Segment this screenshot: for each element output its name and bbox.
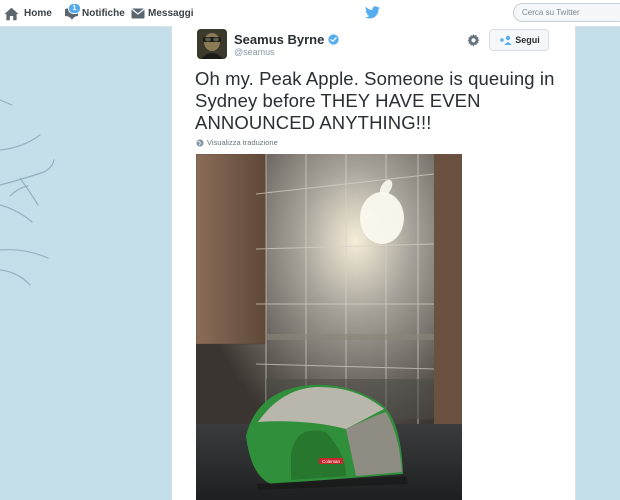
nav-notifications-label: Notifiche <box>82 8 125 19</box>
twitter-bird-icon[interactable] <box>365 6 380 19</box>
verified-badge-icon <box>328 34 339 45</box>
top-nav-bar: Home 1 Notifiche Messaggi <box>0 0 620 27</box>
gear-icon[interactable] <box>467 34 480 47</box>
follow-button-label: Segui <box>515 35 540 45</box>
tweet-photo[interactable]: Coleman <box>196 154 462 500</box>
avatar[interactable] <box>197 29 227 59</box>
author-name-text: Seamus Byrne <box>234 32 325 47</box>
nav-messages-label: Messaggi <box>148 8 194 19</box>
search-input[interactable] <box>513 3 620 22</box>
photo-apple-store-tent: Coleman <box>196 154 462 500</box>
tweet-card: Seamus Byrne @seamus Segui Oh my. Peak A… <box>171 26 576 500</box>
nav-notifications[interactable]: 1 Notifiche <box>64 0 125 27</box>
author-name[interactable]: Seamus Byrne <box>234 32 339 47</box>
view-translation-label: Visualizza traduzione <box>207 138 278 147</box>
notifications-badge: 1 <box>68 2 81 14</box>
nav-messages[interactable]: Messaggi <box>131 0 194 27</box>
home-icon <box>4 7 19 20</box>
avatar-image <box>197 29 227 59</box>
tent-brand-label: Coleman <box>322 459 341 464</box>
view-translation-link[interactable]: Visualizza traduzione <box>196 138 278 147</box>
tweet-text: Oh my. Peak Apple. Someone is queuing in… <box>195 68 555 133</box>
globe-icon <box>196 138 204 147</box>
author-handle[interactable]: @seamus <box>234 47 275 57</box>
messages-icon <box>131 8 145 19</box>
follow-button[interactable]: Segui <box>489 29 549 51</box>
add-user-icon <box>500 35 512 45</box>
nav-home-label: Home <box>24 8 52 19</box>
nav-home[interactable]: Home <box>4 0 52 27</box>
